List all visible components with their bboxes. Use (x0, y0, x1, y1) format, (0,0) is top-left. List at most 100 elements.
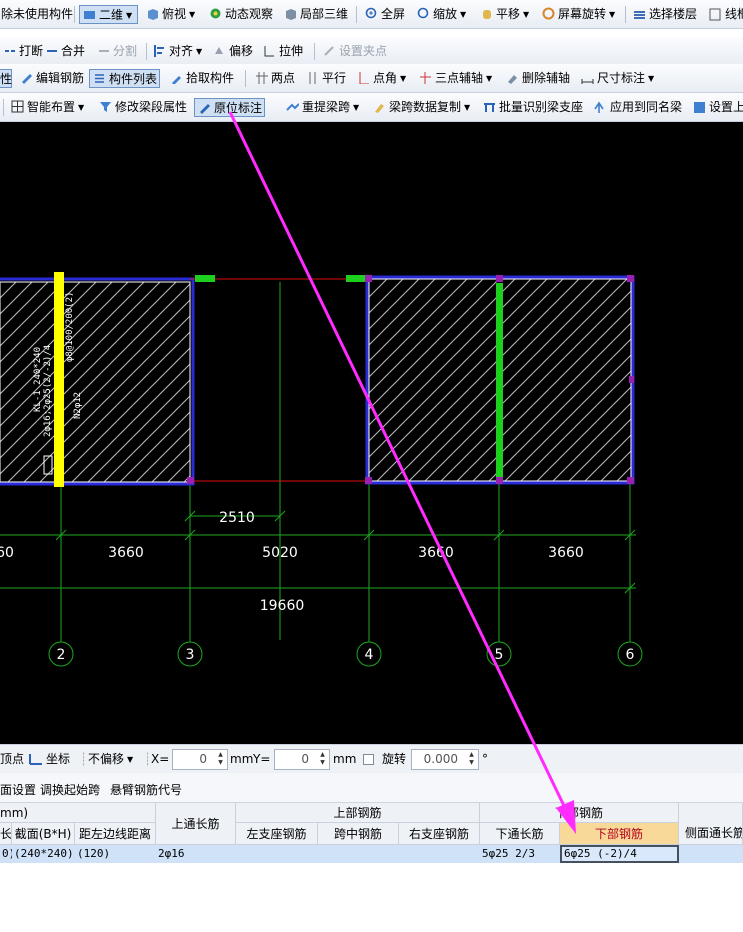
table-cell[interactable]: 2φ16 (156, 845, 236, 863)
toolbar-components: 性 编辑钢筋 构件列表 拾取构件 两点 平行 点角 ▼ 三点辅轴 ▼ 删除辅轴 尺寸… (0, 64, 743, 93)
cantilever-code-button[interactable]: 悬臂钢筋代号 (110, 781, 182, 798)
table-cell-selected[interactable]: 6φ25 (-2)/4 (560, 845, 679, 863)
offset-button[interactable]: 偏移 (210, 42, 255, 61)
divider (356, 6, 357, 23)
re-extract-span-dropdown[interactable]: 重提梁跨 ▼ (283, 98, 361, 117)
header-cell: 侧面通长筋 (679, 803, 743, 845)
x-label: X= (151, 752, 170, 766)
magnifier-icon (365, 7, 377, 19)
view-top-dropdown[interactable]: 俯视 ▼ (143, 5, 197, 24)
table-cell[interactable] (399, 845, 480, 863)
dimension-text: 2510 (219, 510, 255, 526)
beam-label: φ8@100/200(2) (65, 292, 75, 362)
settings-button[interactable]: 设置上 (690, 98, 743, 117)
pick-component-button[interactable]: 拾取构件 (167, 69, 236, 88)
drawing-canvas[interactable]: KL-1 240*240 2φ16;2φ25(2/-2)/4 N2φ12 φ8@… (0, 122, 743, 744)
stretch-icon (264, 46, 274, 57)
point-angle-dropdown[interactable]: 点角 ▼ (354, 69, 408, 88)
header-cell: 下部钢筋 (480, 803, 679, 823)
spinner[interactable]: ▲ ▼ (215, 751, 226, 768)
face-settings-button[interactable]: 面设置 (0, 781, 36, 798)
local-3d-button[interactable]: 局部三维 (281, 5, 350, 24)
remove-unused-button[interactable]: 除未使用构件 (0, 5, 73, 24)
copy-span-data-dropdown[interactable]: 梁跨数据复制 ▼ (370, 98, 472, 117)
edit-rebar-button[interactable]: 编辑钢筋 (17, 69, 86, 88)
dimension-text: 19660 (260, 598, 305, 614)
in-situ-annotation-button[interactable]: 原位标注 (194, 98, 266, 117)
delete-axis-button[interactable]: 删除辅轴 (503, 69, 572, 88)
table-cell[interactable]: 5φ25 2/3 (480, 845, 560, 863)
stretch-button[interactable]: 拉伸 (260, 42, 305, 61)
y-input[interactable]: 0 ▲ ▼ (274, 749, 330, 770)
three-point-axis-dropdown[interactable]: 三点辅轴 ▼ (416, 69, 494, 88)
coordinate-icon (29, 754, 42, 765)
beam-drawing[interactable]: KL-1 240*240 2φ16;2φ25(2/-2)/4 N2φ12 φ8@… (0, 122, 743, 744)
view-2d-dropdown[interactable]: 二维 ▼ (79, 5, 138, 24)
beam-icon (286, 103, 299, 111)
spinner[interactable]: ▲ ▼ (466, 751, 477, 768)
component-list-button[interactable]: 构件列表 (89, 69, 161, 88)
dimension-dropdown[interactable]: 尺寸标注 ▼ (578, 69, 656, 88)
divider (74, 6, 75, 23)
rotate-checkbox[interactable] (363, 754, 374, 765)
parallel-axis-button[interactable]: 平行 (303, 69, 348, 88)
pan-dropdown[interactable]: 平移 ▼ (477, 5, 531, 24)
mm-unit: mm (333, 752, 357, 766)
header-cell: 上部钢筋 (236, 803, 480, 823)
axis-icon (420, 72, 431, 84)
screen-rotate-dropdown[interactable]: 屏幕旋转 ▼ (539, 5, 617, 24)
support-icon (484, 103, 495, 112)
wireframe-button[interactable]: 线框 (706, 5, 743, 24)
split-icon (99, 50, 109, 52)
header-cell-selected[interactable]: 下部钢筋 (560, 823, 679, 845)
table-cell[interactable] (679, 845, 743, 863)
table-cell[interactable]: (240*240) (12, 845, 75, 863)
two-point-axis-button[interactable]: 两点 (252, 69, 297, 88)
batch-identify-button[interactable]: 批量识别梁支座 (480, 98, 585, 117)
modify-segment-button[interactable]: 修改梁段属性 (96, 98, 189, 117)
beam-segment[interactable] (0, 281, 191, 483)
header-cell: 长 (0, 823, 12, 845)
rotate-input[interactable]: 0.000 ▲ ▼ (411, 749, 479, 770)
select-floor-button[interactable]: 选择楼层 (630, 5, 699, 24)
toolbar-beam: 智能布置 ▼ 修改梁段属性 原位标注 重提梁跨 ▼ 梁跨数据复制 ▼ 批量识别梁支座 … (0, 93, 743, 122)
break-button[interactable]: 打断 (0, 42, 45, 61)
align-dropdown[interactable]: 对齐 ▼ (150, 42, 204, 61)
zoom-dropdown[interactable]: 缩放 ▼ (414, 5, 468, 24)
table-cell[interactable]: (120) (75, 845, 156, 863)
fullscreen-button[interactable]: 全屏 (362, 5, 407, 24)
split-button[interactable]: 分割 (94, 42, 139, 61)
settings-icon (694, 102, 705, 113)
set-grip-button[interactable]: 设置夹点 (320, 42, 389, 61)
toolbar-edit: 打断 合并 分割 对齐 ▼ 偏移 拉伸 设置夹点 (0, 37, 743, 66)
table-cell[interactable] (318, 845, 399, 863)
dynamic-view-button[interactable]: 动态观察 (206, 5, 275, 24)
wireframe-icon (709, 8, 721, 21)
axis-label: 2 (57, 647, 66, 663)
table-cell[interactable]: 0) (0, 845, 12, 863)
x-input[interactable]: 0 ▲ ▼ (172, 749, 228, 770)
divider (625, 6, 626, 23)
grip-icon (324, 46, 334, 56)
header-cell: 下通长筋 (480, 823, 560, 845)
grid-icon (11, 100, 24, 113)
smart-layout-dropdown[interactable]: 智能布置 ▼ (8, 98, 86, 117)
apply-same-beam-button[interactable]: 应用到同名梁 (591, 98, 684, 117)
swap-start-span-button[interactable]: 调换起始跨 (40, 781, 100, 798)
vertex-snap-button[interactable]: 顶点 (0, 751, 24, 767)
property-button[interactable]: 性 (0, 69, 12, 88)
rebar-marker (346, 275, 366, 282)
rotate-icon (542, 7, 555, 20)
header-cell: 右支座钢筋 (399, 823, 480, 845)
table-cell[interactable] (236, 845, 318, 863)
coordinate-snap-button[interactable]: 坐标 (28, 751, 70, 767)
mm-unit: mm (230, 752, 254, 766)
header-cell: 跨中钢筋 (318, 823, 399, 845)
monitor-icon (84, 11, 95, 19)
header-cell: 距左边线距离 (75, 823, 156, 845)
spinner[interactable]: ▲ ▼ (317, 751, 328, 768)
offset-select[interactable]: 不偏移 ▼ (88, 751, 133, 768)
orbit-icon (210, 8, 221, 19)
merge-button[interactable]: 合并 (42, 42, 87, 61)
beam-label: 2φ16;2φ25(2/-2)/4 (43, 345, 53, 437)
